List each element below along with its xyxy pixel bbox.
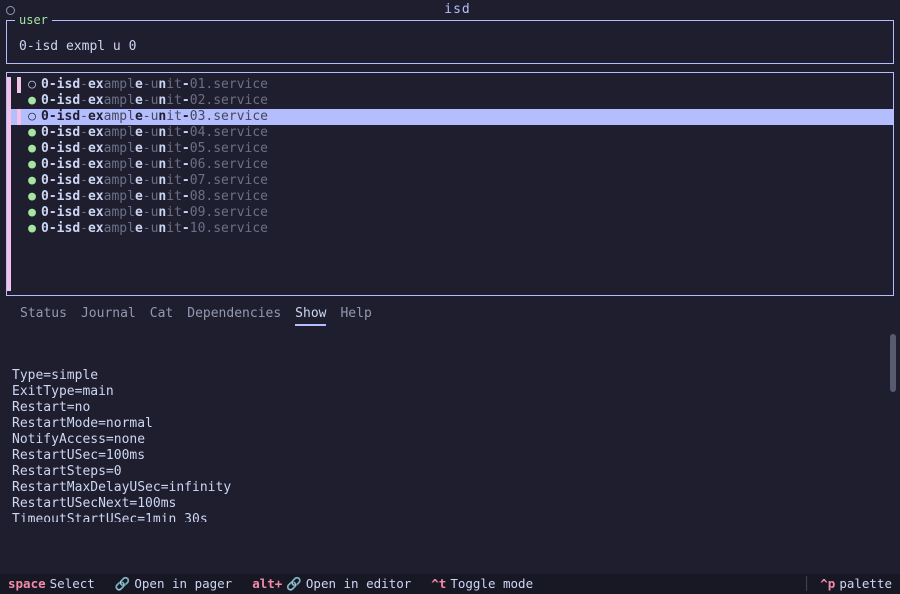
unit-mark-icon: [17, 205, 21, 221]
footer-label: Open in editor: [306, 576, 411, 592]
output-text: Type=simple ExitType=main Restart=no Res…: [12, 368, 888, 522]
footer-hint[interactable]: ^tToggle mode: [431, 576, 533, 592]
footer-hint-palette[interactable]: ^ppalette: [820, 576, 892, 592]
unit-mark-icon: [17, 173, 21, 189]
unit-row[interactable]: ●0-isd-example-unit-05.service: [7, 141, 893, 157]
scrollbar-thumb[interactable]: [890, 334, 896, 392]
footer-label: Open in pager: [134, 576, 232, 592]
unit-name: 0-isd-example-unit-08.service: [41, 189, 268, 205]
unit-mark-icon: [17, 157, 21, 173]
footer-label: Select: [50, 576, 95, 592]
unit-name: 0-isd-example-unit-02.service: [41, 93, 268, 109]
unit-mark-icon: [17, 93, 21, 109]
link-icon: 🔗: [286, 576, 302, 592]
unit-row[interactable]: ●0-isd-example-unit-06.service: [7, 157, 893, 173]
active-dot-icon: ●: [27, 157, 37, 173]
footer-key: ^p: [820, 576, 835, 592]
unit-row[interactable]: ○0-isd-example-unit-03.service: [7, 109, 893, 125]
unit-mark-icon: [17, 189, 21, 205]
footer-bar: spaceSelect 🔗Open in pager alt+🔗Open in …: [0, 574, 900, 594]
unit-row[interactable]: ●0-isd-example-unit-10.service: [7, 221, 893, 237]
tab-show[interactable]: Show: [295, 306, 326, 326]
unit-list-panel: ○0-isd-example-unit-01.service●0-isd-exa…: [6, 72, 894, 296]
unit-list[interactable]: ○0-isd-example-unit-01.service●0-isd-exa…: [7, 77, 893, 237]
unit-name: 0-isd-example-unit-01.service: [41, 77, 268, 93]
footer-key: alt+: [252, 576, 282, 592]
unit-row[interactable]: ○0-isd-example-unit-01.service: [7, 77, 893, 93]
search-panel: user: [6, 20, 894, 64]
unit-row[interactable]: ●0-isd-example-unit-08.service: [7, 189, 893, 205]
inactive-dot-icon: ○: [27, 109, 37, 125]
active-dot-icon: ●: [27, 189, 37, 205]
titlebar: isd: [0, 0, 900, 20]
unit-name: 0-isd-example-unit-05.service: [41, 141, 268, 157]
footer-label: palette: [839, 576, 892, 592]
tab-dependencies[interactable]: Dependencies: [187, 306, 281, 326]
unit-name: 0-isd-example-unit-03.service: [41, 109, 268, 125]
list-gutter: [7, 77, 11, 291]
tab-bar: Status Journal Cat Dependencies Show Help: [0, 296, 900, 330]
search-input[interactable]: [15, 37, 885, 57]
active-dot-icon: ●: [27, 205, 37, 221]
link-icon: 🔗: [115, 576, 131, 592]
window-title: isd: [21, 2, 894, 18]
unit-mark-icon: [17, 125, 21, 141]
tab-status[interactable]: Status: [20, 306, 67, 326]
footer-label: Toggle mode: [450, 576, 533, 592]
unit-row[interactable]: ●0-isd-example-unit-02.service: [7, 93, 893, 109]
footer-hint[interactable]: spaceSelect: [8, 576, 95, 592]
unit-row[interactable]: ●0-isd-example-unit-04.service: [7, 125, 893, 141]
unit-mark-icon: [17, 109, 21, 125]
unit-mark-icon: [17, 141, 21, 157]
unit-name: 0-isd-example-unit-09.service: [41, 205, 268, 221]
unit-name: 0-isd-example-unit-10.service: [41, 221, 268, 237]
unit-name: 0-isd-example-unit-04.service: [41, 125, 268, 141]
tab-cat[interactable]: Cat: [150, 306, 173, 326]
search-panel-label: user: [15, 12, 52, 28]
footer-key: ^t: [431, 576, 446, 592]
active-dot-icon: ●: [27, 141, 37, 157]
footer-hint[interactable]: 🔗Open in pager: [115, 576, 232, 592]
active-dot-icon: ●: [27, 125, 37, 141]
unit-mark-icon: [17, 77, 21, 93]
tab-journal[interactable]: Journal: [81, 306, 136, 326]
unit-mark-icon: [17, 221, 21, 237]
tab-help[interactable]: Help: [340, 306, 371, 326]
unit-name: 0-isd-example-unit-07.service: [41, 173, 268, 189]
active-dot-icon: ●: [27, 93, 37, 109]
unit-name: 0-isd-example-unit-06.service: [41, 157, 268, 173]
active-dot-icon: ●: [27, 173, 37, 189]
footer-separator: │: [803, 576, 811, 592]
inactive-dot-icon: ○: [27, 77, 37, 93]
footer-hint[interactable]: alt+🔗Open in editor: [252, 576, 411, 592]
unit-row[interactable]: ●0-isd-example-unit-07.service: [7, 173, 893, 189]
unit-row[interactable]: ●0-isd-example-unit-09.service: [7, 205, 893, 221]
active-dot-icon: ●: [27, 221, 37, 237]
output-pane[interactable]: Type=simple ExitType=main Restart=no Res…: [0, 330, 900, 522]
window-control-icon[interactable]: [6, 6, 15, 15]
footer-key: space: [8, 576, 46, 592]
